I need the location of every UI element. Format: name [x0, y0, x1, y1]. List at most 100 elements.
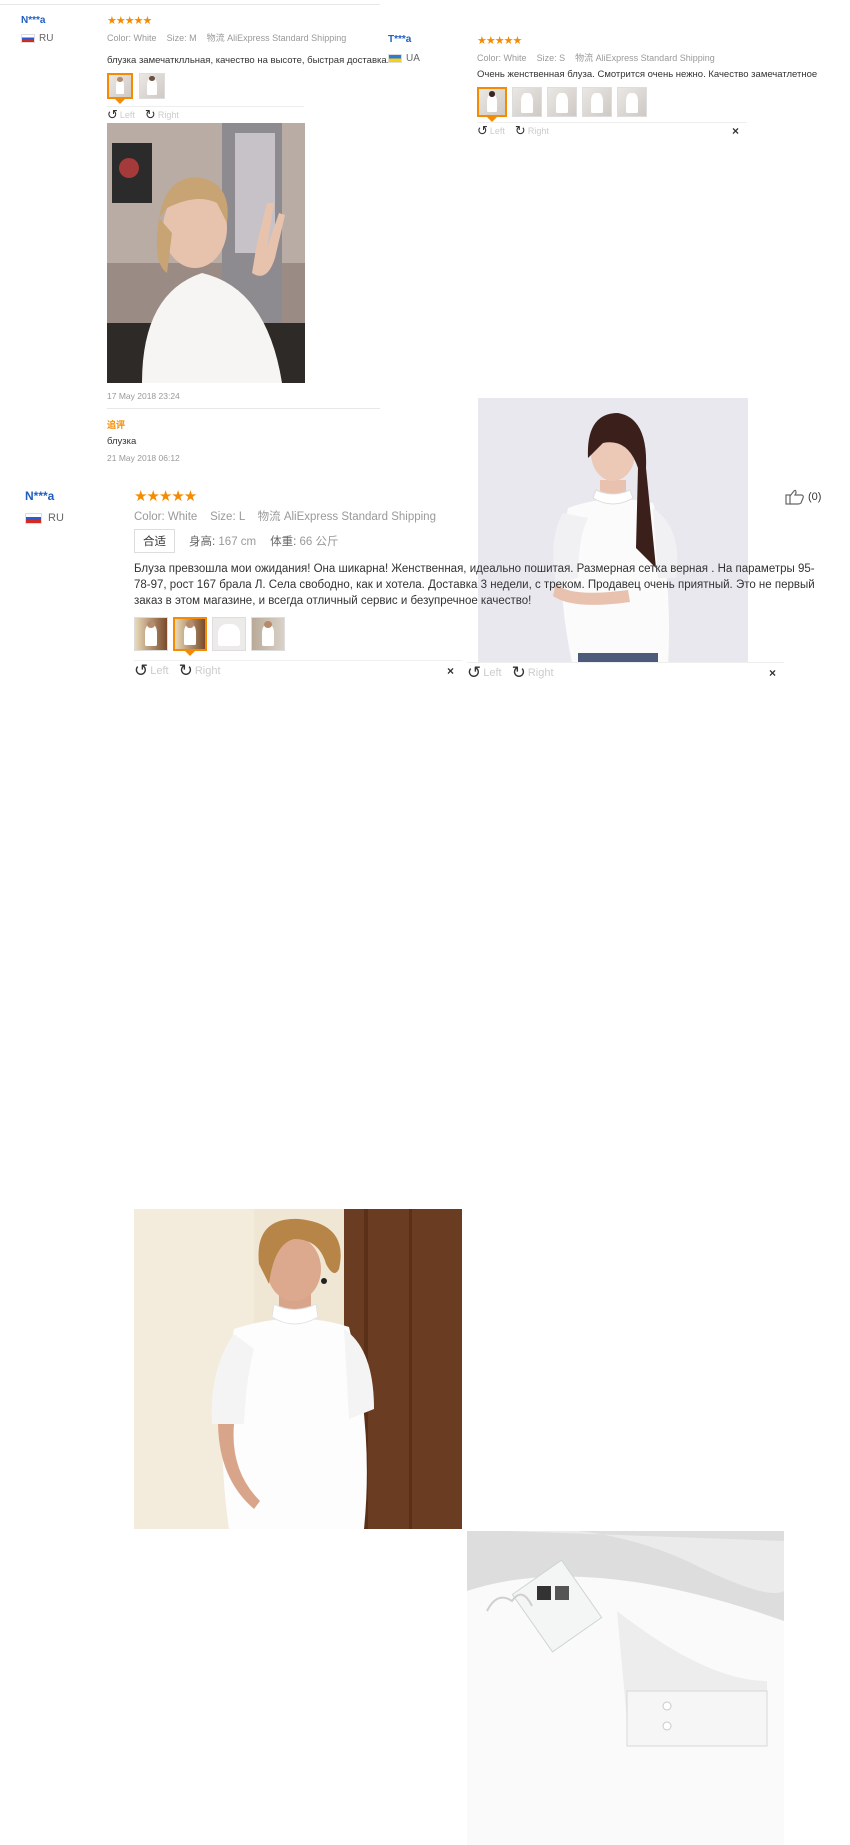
- photo-thumbnail[interactable]: [173, 617, 207, 656]
- photo-thumbnail[interactable]: [134, 617, 168, 651]
- photo-thumbnail[interactable]: [617, 87, 647, 117]
- close-icon[interactable]: ×: [769, 666, 776, 680]
- rotate-left-icon: ↺: [477, 123, 488, 138]
- rotate-left-button[interactable]: ↺ Left: [107, 107, 135, 122]
- height-value: 167 cm: [218, 536, 257, 548]
- rotate-right-button[interactable]: ↻ Right: [514, 123, 549, 138]
- review-photo[interactable]: [467, 1531, 784, 1845]
- russia-flag-icon: [25, 512, 42, 524]
- size-value: L: [238, 511, 245, 523]
- shipping-value: AliExpress Standard Shipping: [283, 511, 436, 523]
- fit-tag: 合适: [134, 529, 175, 553]
- blouse-detail-photo-image: [467, 1531, 784, 1845]
- photo-thumbnail[interactable]: [582, 87, 612, 117]
- rotate-left-button[interactable]: ↺ Left: [477, 123, 505, 138]
- color-value: White: [503, 53, 527, 63]
- photo-thumbnail[interactable]: [477, 87, 507, 122]
- rotate-right-icon: ↻: [514, 123, 526, 138]
- photo-thumbnail[interactable]: [512, 87, 542, 117]
- review-text: Блуза превзошла мои ожидания! Она шикарн…: [134, 563, 815, 607]
- photo-toolbar: ↺ Left ↻ Right ×: [477, 122, 747, 139]
- rotate-right-label: Right: [527, 667, 554, 679]
- height-info: 身高: 167 cm: [189, 533, 256, 549]
- russia-flag-icon: [21, 34, 35, 43]
- additional-review-date: 21 May 2018 06:12: [107, 453, 180, 463]
- color-label: Color:: [134, 511, 165, 523]
- photo-thumbnail[interactable]: [107, 73, 133, 104]
- photo-thumbnail[interactable]: [547, 87, 577, 117]
- helpful-button[interactable]: (0): [785, 489, 821, 505]
- rotate-right-icon: ↻: [178, 661, 193, 680]
- photo-thumbnail[interactable]: [139, 73, 165, 99]
- photo-thumbnails: [107, 73, 165, 104]
- color-value: White: [167, 511, 198, 523]
- selfie-photo-image: [107, 123, 305, 383]
- review-photo[interactable]: [134, 1209, 462, 1529]
- rotate-right-label: Right: [527, 126, 549, 136]
- reviewer-country: RU: [21, 33, 53, 44]
- rotate-right-icon: ↻: [511, 663, 526, 682]
- order-info: Color: White Size: S 物流 AliExpress Stand…: [477, 51, 715, 64]
- size-label: Size:: [536, 53, 557, 63]
- shipping-value: AliExpress Standard Shipping: [595, 53, 715, 63]
- review-text: блузка замечатклльная, качество на высот…: [107, 55, 390, 66]
- weight-value: 66 公斤: [299, 536, 339, 548]
- photo-thumbnail[interactable]: [251, 617, 285, 651]
- photo-thumbnails: [477, 87, 647, 122]
- country-code: RU: [39, 33, 54, 44]
- rotate-left-label: Left: [483, 667, 502, 679]
- rotate-right-icon: ↻: [144, 107, 156, 122]
- size-label: Size:: [166, 33, 187, 43]
- rating-stars: ★★★★★: [107, 15, 152, 27]
- woman-photo-image: [134, 1209, 462, 1529]
- logistics-label: 物流: [575, 53, 594, 63]
- rotate-left-button[interactable]: ↺ Left: [467, 663, 502, 682]
- weight-info: 体重: 66 公斤: [270, 533, 338, 549]
- close-icon[interactable]: ×: [732, 124, 739, 138]
- reviewer-country: RU: [25, 512, 64, 524]
- body-info: 合适 身高: 167 cm 体重: 66 公斤: [134, 529, 339, 553]
- rotate-left-label: Left: [150, 665, 169, 677]
- thumbs-up-icon: [785, 489, 804, 505]
- rotate-right-button[interactable]: ↻ Right: [178, 661, 221, 680]
- rotate-left-button[interactable]: ↺ Left: [134, 662, 169, 679]
- size-label: Size:: [210, 511, 236, 523]
- review-photo[interactable]: [107, 123, 305, 383]
- reviewer-name[interactable]: T***a: [388, 34, 411, 45]
- rotate-right-label: Right: [157, 110, 179, 120]
- rotate-left-icon: ↺: [107, 107, 118, 122]
- photo-toolbar: ↺ Left ↻ Right ×: [467, 662, 784, 683]
- rating-stars: ★★★★★: [134, 488, 197, 505]
- logistics-label: 物流: [257, 511, 281, 523]
- like-count: (0): [808, 491, 822, 503]
- rotate-left-label: Left: [489, 126, 505, 136]
- photo-thumbnail[interactable]: [212, 617, 246, 651]
- shipping-value: AliExpress Standard Shipping: [227, 33, 347, 43]
- color-label: Color:: [477, 53, 502, 63]
- review-date: 17 May 2018 23:24: [107, 391, 180, 401]
- size-value: S: [559, 53, 566, 63]
- logistics-label: 物流: [206, 33, 225, 43]
- rotate-right-button[interactable]: ↻ Right: [511, 663, 554, 682]
- additional-review-text: блузка: [107, 436, 137, 447]
- order-info: Color: White Size: M 物流 AliExpress Stand…: [107, 31, 346, 44]
- rotate-right-button[interactable]: ↻ Right: [144, 107, 179, 122]
- review-photo[interactable]: [478, 398, 748, 667]
- review-text: Очень женственная блуза. Смотрится очень…: [477, 69, 818, 80]
- reviewer-country: UA: [388, 53, 420, 64]
- close-icon[interactable]: ×: [447, 664, 454, 678]
- rotate-left-icon: ↺: [467, 663, 482, 682]
- divider: [107, 408, 380, 409]
- reviewer-name[interactable]: N***a: [25, 489, 54, 503]
- photo-thumbnails: [134, 617, 285, 656]
- color-value: White: [133, 33, 157, 43]
- country-code: RU: [48, 512, 64, 524]
- rotate-right-label: Right: [194, 665, 221, 677]
- country-code: UA: [406, 53, 420, 64]
- height-label: 身高:: [189, 536, 216, 548]
- photo-toolbar: ↺ Left ↻ Right ×: [134, 660, 462, 681]
- additional-review-label: 追评: [107, 420, 126, 430]
- rating-stars: ★★★★★: [477, 35, 522, 47]
- reviewer-name[interactable]: N***a: [21, 15, 45, 26]
- size-value: M: [189, 33, 197, 43]
